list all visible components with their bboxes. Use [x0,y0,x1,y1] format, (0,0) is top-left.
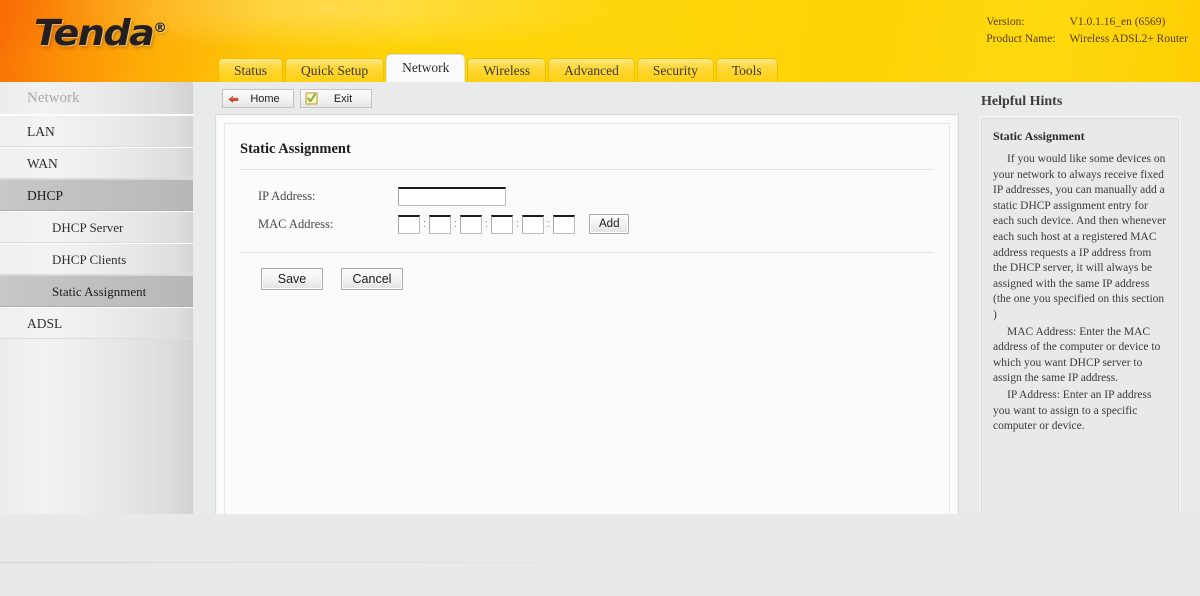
hints-paragraph: MAC Address: Enter the MAC address of th… [993,325,1161,385]
tab-tools[interactable]: Tools [715,58,778,82]
footer-divider [0,562,1200,563]
app-header: Tenda® Version: V1.0.1.16_en (6569) Prod… [0,0,1200,82]
mac-separator: : [422,218,427,230]
sidebar-item-dhcp-clients[interactable]: DHCP Clients [0,243,193,275]
sidebar-item-adsl[interactable]: ADSL [0,307,193,339]
mac-address-label: MAC Address: [258,216,334,231]
hints-paragraph: IP Address: Enter an IP address you want… [993,388,1152,433]
sidebar-item-list: LAN WAN DHCP DHCP Server DHCP Clients Static … [0,115,193,339]
ip-address-input[interactable] [398,186,506,206]
ip-address-label: IP Address: [258,188,316,203]
mac-octet-1-input[interactable] [398,214,420,234]
mac-separator: : [453,218,458,230]
product-name-value: Wireless ADSL2+ Router [1069,33,1188,45]
exit-button[interactable]: Exit [300,89,372,108]
version-label: Version: [986,16,1025,28]
home-button[interactable]: Home [222,89,294,108]
mac-octet-3-input[interactable] [460,214,482,234]
helpful-hints-box: Static Assignment If you would like some… [981,118,1179,542]
mac-octet-4-input[interactable] [491,214,513,234]
home-hand-icon [227,92,240,105]
hints-body: If you would like some devices on your n… [993,152,1167,435]
mac-octet-2-input[interactable] [429,214,451,234]
tab-wireless[interactable]: Wireless [467,58,547,82]
mac-octet-5-input[interactable] [522,214,544,234]
form-actions: Save Cancel [261,268,949,290]
mac-separator: : [484,218,489,230]
tab-advanced[interactable]: Advanced [548,58,635,82]
tenda-logo: Tenda® [34,13,167,54]
product-name-label: Product Name: [986,33,1056,45]
mac-octet-group: ::::: [398,214,575,234]
tab-network[interactable]: Network [386,54,466,82]
mac-octet-6-input[interactable] [553,214,575,234]
sidebar-item-lan[interactable]: LAN [0,115,193,147]
hints-paragraph: If you would like some devices on your n… [993,153,1167,321]
save-button[interactable]: Save [261,268,323,290]
logo-registered-mark: ® [153,21,168,36]
tab-quick-setup[interactable]: Quick Setup [285,58,385,82]
static-assignment-form: IP Address: MAC Address: ::::: Add [258,184,949,236]
mac-separator: : [546,218,551,230]
form-divider [240,252,934,253]
title-divider [240,169,934,170]
sidebar-item-static-assignment[interactable]: Static Assignment [0,275,193,307]
exit-door-icon [305,92,318,105]
add-button[interactable]: Add [589,214,630,234]
exit-button-label: Exit [333,92,353,105]
mac-address-row: MAC Address: ::::: Add [258,212,949,236]
helpful-hints-title: Helpful Hints [981,94,1063,109]
helpful-hints-panel: Helpful Hints Static Assignment If you w… [975,82,1187,542]
ip-address-row: IP Address: [258,184,949,208]
sidebar-nav: Network LAN WAN DHCP DHCP Server DHCP Client… [0,82,193,543]
sidebar-title: Network [0,82,193,115]
firmware-info: Version: V1.0.1.16_en (6569) Product Nam… [986,14,1188,48]
tab-security[interactable]: Security [636,58,714,82]
tab-status[interactable]: Status [218,58,284,82]
version-value: V1.0.1.16_en (6569) [1069,16,1166,28]
logo-text: Tenda [34,13,155,54]
page-toolbar: Home Exit [222,89,372,108]
main-tab-bar: Status Quick Setup Network Wireless Advanced… [218,54,778,82]
sidebar-item-wan[interactable]: WAN [0,147,193,179]
page-title: Static Assignment [240,141,351,157]
sidebar-item-dhcp[interactable]: DHCP [0,179,193,211]
hints-heading: Static Assignment [993,129,1085,143]
page-footer [0,514,1200,596]
sidebar-item-dhcp-server[interactable]: DHCP Server [0,211,193,243]
mac-separator: : [515,218,520,230]
cancel-button[interactable]: Cancel [341,268,403,290]
home-button-label: Home [250,92,280,105]
